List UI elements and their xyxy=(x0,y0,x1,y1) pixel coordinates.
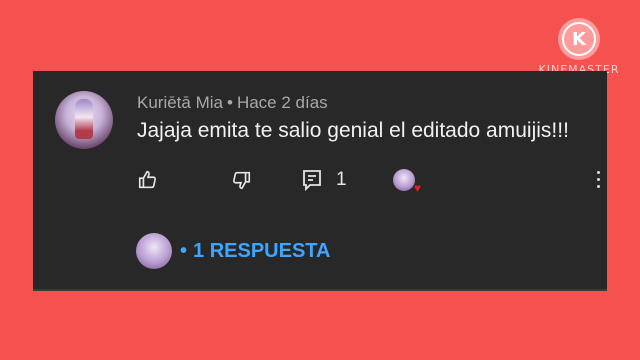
author-name[interactable]: Kuriētā Mia xyxy=(137,93,223,112)
like-button[interactable] xyxy=(137,169,159,191)
reply-icon xyxy=(303,170,321,191)
kinemaster-watermark: K KINEMASTER xyxy=(536,18,622,76)
comment-card: Kuriētā Mia • Hace 2 días Jajaja emita te … xyxy=(33,71,607,291)
creator-avatar: ♥ xyxy=(393,169,421,195)
view-replies[interactable]: • 1 RESPUESTA xyxy=(136,233,330,269)
dislike-button[interactable] xyxy=(230,169,252,191)
comment-actions: 1 ♥ xyxy=(137,169,607,197)
author-avatar[interactable] xyxy=(55,91,113,149)
comment-time: Hace 2 días xyxy=(236,93,328,112)
thumbs-up-icon xyxy=(138,170,157,189)
reply-avatar xyxy=(136,233,172,269)
heart-icon: ♥ xyxy=(413,181,421,195)
reply-count: 1 xyxy=(336,169,347,190)
creator-heart: ♥ xyxy=(393,169,421,195)
more-vertical-icon xyxy=(595,171,601,188)
more-options-button[interactable] xyxy=(595,171,601,195)
comment-text: Jajaja emita te salio genial el editado … xyxy=(137,119,569,142)
comment-meta: Kuriētā Mia • Hace 2 días xyxy=(137,93,328,113)
meta-separator: • xyxy=(226,93,233,112)
kinemaster-logo-icon: K xyxy=(558,18,600,60)
reply-button[interactable]: 1 xyxy=(302,169,347,191)
thumbs-down-icon xyxy=(232,171,251,190)
view-replies-link[interactable]: • 1 RESPUESTA xyxy=(180,240,330,263)
